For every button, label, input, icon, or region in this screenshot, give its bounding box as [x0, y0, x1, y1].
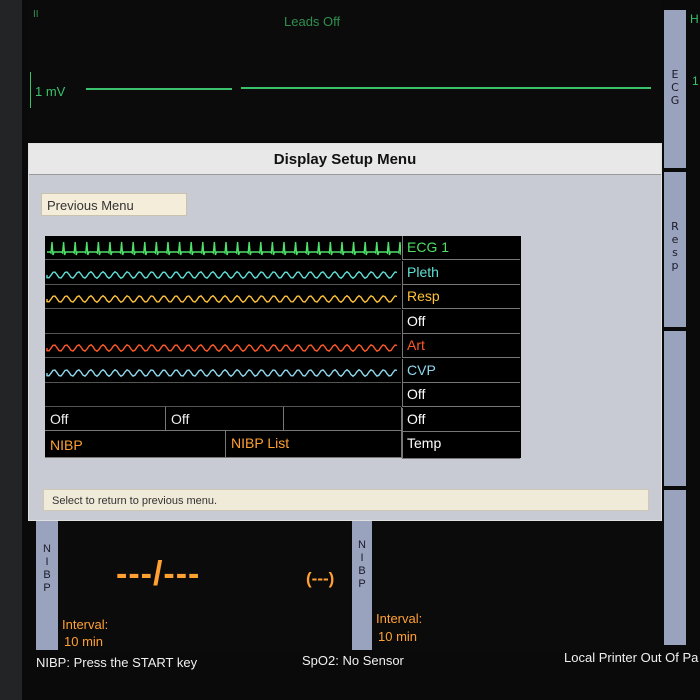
channel-label-7[interactable]: Off — [402, 408, 520, 432]
sidebar-tab-ecg[interactable]: ECG — [664, 10, 686, 168]
ecg-flatline-1 — [86, 88, 232, 90]
tab-letter: I — [45, 556, 49, 568]
tab-letter: C — [671, 81, 679, 94]
status-right: Local Printer Out Of Pa — [564, 650, 699, 665]
tab-letter: P — [43, 582, 51, 594]
nibp-right-tab-label: NIBP — [352, 539, 372, 591]
nibp-left-interval-label: Interval: — [62, 617, 109, 632]
right-hr-label: H — [690, 12, 699, 26]
tab-letter: I — [360, 552, 364, 564]
ecg-lead-label: II — [33, 9, 39, 20]
nibp-left-value: ---/--- — [116, 555, 201, 593]
sidebar-ecg-label: ECG — [664, 68, 686, 107]
waveform-trace — [46, 270, 398, 280]
previous-menu-button[interactable]: Previous Menu — [41, 193, 187, 216]
nibp-right-interval-value: 10 min — [378, 629, 418, 644]
nibp-left-tab[interactable]: NIBP — [36, 521, 58, 651]
waveform-trace — [46, 294, 398, 304]
tab-letter: R — [671, 220, 679, 233]
waveform-preview-row — [45, 359, 401, 383]
ecg-flatline-2 — [241, 87, 651, 89]
waveform-trace — [47, 241, 407, 256]
tab-letter: B — [358, 565, 366, 577]
waveform-trace — [46, 368, 398, 378]
dialog-hint-text: Select to return to previous menu. — [43, 489, 649, 511]
dialog-title: Display Setup Menu — [29, 144, 661, 175]
waveform-preview-row — [45, 383, 401, 407]
nibp-left-interval-value: 10 min — [64, 634, 104, 649]
row9-cell-nibp[interactable]: NIBP — [45, 431, 226, 458]
status-left: NIBP: Press the START key — [36, 655, 198, 670]
tab-letter: G — [670, 94, 680, 107]
ecg-scale-label: 1 mV — [35, 84, 66, 99]
sidebar-tab-resp[interactable]: Resp — [664, 172, 686, 327]
waveform-path — [46, 368, 398, 378]
ecg-alarm-text: Leads Off — [284, 14, 341, 29]
channel-label-8[interactable]: Temp — [402, 432, 520, 459]
tab-letter: N — [43, 543, 51, 555]
channel-label-2[interactable]: Resp — [402, 285, 520, 309]
row8-cell-2[interactable]: Off — [166, 407, 284, 431]
ecg-scale-bar — [30, 72, 31, 108]
tab-letter: N — [358, 539, 366, 551]
ecg-waveform-area: II Leads Off 1 mV — [28, 0, 662, 145]
waveform-preview-row — [45, 261, 401, 285]
waveform-preview-row — [45, 236, 407, 260]
status-bar: NIBP: Press the START key SpO2: No Senso… — [28, 650, 700, 672]
nibp-right-interval-label: Interval: — [376, 611, 423, 626]
waveform-preview-row — [45, 285, 401, 309]
waveform-path — [47, 241, 407, 256]
channel-label-1[interactable]: Pleth — [402, 261, 520, 285]
waveform-path — [46, 270, 398, 280]
tab-letter: P — [358, 578, 366, 590]
nibp-right-panel: Interval: 10 min — [372, 521, 660, 651]
right-hr-value: 1 — [692, 74, 699, 88]
waveform-preview-row — [45, 334, 401, 358]
nibp-left-mean: (---) — [306, 569, 335, 588]
channel-label-0[interactable]: ECG 1 — [402, 236, 520, 260]
tab-letter: e — [671, 233, 679, 246]
tab-letter: E — [671, 68, 679, 81]
waveform-trace — [46, 343, 398, 353]
nibp-left-panel: ---/--- (---) Interval: 10 min — [58, 521, 350, 651]
waveform-preview-row — [45, 310, 401, 334]
nibp-right-tab[interactable]: NIBP — [352, 521, 372, 651]
channel-label-4[interactable]: Art — [402, 334, 520, 358]
channel-label-5[interactable]: CVP — [402, 359, 520, 383]
waveform-path — [46, 294, 398, 304]
waveform-setup-grid: ECG 1 Pleth Resp Off Art CVP Off Off Temp Off Of… — [45, 236, 521, 459]
row8-cell-3[interactable] — [284, 407, 402, 431]
channel-label-3[interactable]: Off — [402, 310, 520, 334]
sidebar-resp-label: Resp — [664, 220, 686, 272]
channel-label-6[interactable]: Off — [402, 383, 520, 407]
tab-letter: B — [43, 569, 51, 581]
tab-letter: s — [672, 246, 678, 259]
nibp-left-tab-label: NIBP — [36, 543, 58, 595]
row8-cell-1[interactable]: Off — [45, 407, 166, 431]
sidebar-tab-blank-1[interactable] — [664, 331, 686, 486]
waveform-path — [46, 343, 398, 353]
row9-cell-nibp-list[interactable]: NIBP List — [226, 431, 402, 458]
status-center: SpO2: No Sensor — [302, 653, 404, 668]
tab-letter: p — [671, 259, 679, 272]
sidebar-tab-blank-2[interactable] — [664, 490, 686, 645]
display-setup-dialog: Display Setup Menu Previous Menu ECG 1 Pl… — [28, 143, 662, 521]
